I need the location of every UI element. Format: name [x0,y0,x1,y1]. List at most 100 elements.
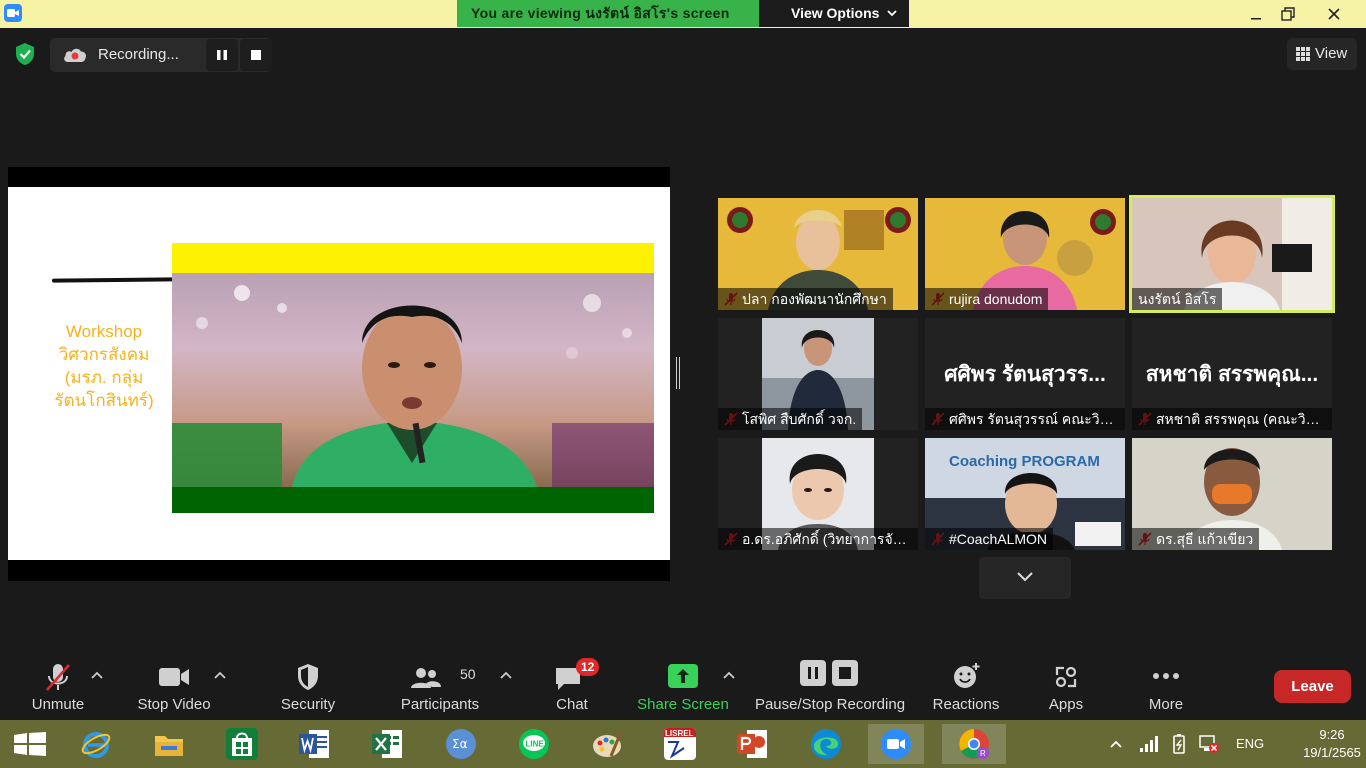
participant-tile[interactable]: อ.ดร.อภิศักดิ์ (วิทยาการจัด... [718,438,918,550]
unmute-button[interactable]: Unmute [22,650,94,720]
close-icon [1328,7,1340,20]
taskbar-powerpoint[interactable] [725,724,781,764]
meeting-toolbar: Unmute Stop Video Security 50 Participan… [0,650,1366,720]
video-camera-icon [159,668,189,686]
svg-text:Σα: Σα [452,737,468,751]
more-label: More [1148,696,1184,713]
cloud-recording-icon [64,48,86,62]
smiley-icon [954,663,980,688]
more-button[interactable]: More [1136,650,1196,720]
chrome-browser-icon: R [959,729,989,759]
participant-tile-no-video[interactable]: สหชาติ สรรพคุณ... สหชาติ สรรพคุณ (คณะวิท… [1132,318,1332,430]
green-band [172,487,654,513]
taskbar-paint[interactable] [579,724,635,764]
participants-options-caret-icon[interactable] [500,671,512,679]
workshop-line: รัตนโกสินทร์) [54,391,154,410]
workshop-line: Workshop [65,322,143,341]
lisrel-icon: LISREL [664,728,696,760]
taskbar-chrome[interactable]: R [942,724,1006,764]
apps-button[interactable]: Apps [1036,650,1096,720]
audio-options-caret-icon[interactable] [91,671,103,679]
taskbar-zoom[interactable] [868,724,924,764]
paint-palette-icon [593,731,623,757]
clock-date: 19/1/2565 [1303,745,1361,760]
stop-video-button[interactable]: Stop Video [134,650,214,720]
unmute-label: Unmute [31,696,85,713]
share-screen-icon [668,664,698,688]
line-app-icon: LINE [519,729,549,759]
grid-icon [1296,47,1310,61]
pause-stop-recording-button[interactable]: Pause/Stop Recording [752,650,908,720]
taskbar-excel[interactable] [360,724,416,764]
stop-recording-button[interactable] [240,39,272,71]
participant-tile[interactable]: Coaching PROGRAM #CoachALMON [925,438,1125,550]
taskbar-microsoft-store[interactable] [214,724,270,764]
share-options-caret-icon[interactable] [723,671,735,679]
internet-explorer-icon [81,732,111,758]
taskbar-edge[interactable] [798,724,854,764]
powerpoint-icon [737,730,767,758]
security-button[interactable]: Security [272,650,344,720]
taskbar-clock[interactable]: 9:26 19/1/2565 [1300,726,1364,762]
participant-tile-active-speaker[interactable]: นงรัตน์ อิสโร [1129,195,1335,313]
network-disconnected-icon[interactable] [1198,734,1220,754]
restore-button[interactable] [1268,0,1308,27]
taskbar-line[interactable]: LINE [506,724,562,764]
view-layout-button[interactable]: View [1287,38,1357,70]
edge-browser-icon [811,729,841,759]
participant-name: rujira donudom [925,288,1049,310]
taskbar-math-input[interactable]: Σα [433,724,489,764]
participant-name: ปลา กองพัฒนานักศึกษา [718,288,893,310]
participant-tile-no-video[interactable]: ศศิพร รัตนสุวรร... ศศิพร รัตนสุวรรณ์ คณะ… [925,318,1125,430]
panel-resize-handle[interactable] [676,357,680,389]
view-options-button[interactable]: View Options [759,0,909,27]
shared-screen[interactable]: Workshop วิศวกรสังคม (มรภ. กลุ่ม รัตนโกส… [8,167,670,581]
share-screen-button[interactable]: Share Screen [636,650,730,720]
video-options-caret-icon[interactable] [214,671,226,679]
signal-bars-icon[interactable] [1140,736,1158,752]
taskbar-lisrel[interactable]: LISREL [652,724,708,764]
start-button[interactable] [2,724,58,764]
workshop-title: Workshop วิศวกรสังคม (มรภ. กลุ่ม รัตนโกส… [44,320,164,412]
apps-label: Apps [1048,696,1084,713]
participant-display-name: ศศิพร รัตนสุวรร... [944,363,1106,386]
participant-display-name: สหชาติ สรรพคุณ... [1145,363,1319,386]
zoom-meeting-window: You are viewing นงรัตน์ อิสโร's screen V… [0,0,1366,768]
presentation-slide: Workshop วิศวกรสังคม (มรภ. กลุ่ม รัตนโกส… [8,187,670,560]
participants-button[interactable]: 50 Participants [396,650,484,720]
folder-icon [155,736,183,756]
coaching-overlay-text: Coaching PROGRAM [949,453,1100,470]
battery-icon[interactable] [1170,734,1190,754]
taskbar-word[interactable] [287,724,343,764]
leave-button[interactable]: Leave [1274,670,1351,703]
next-page-button[interactable] [979,557,1071,599]
taskbar-internet-explorer[interactable] [68,724,124,764]
stop-video-label: Stop Video [137,696,211,713]
workshop-line: วิศวกรสังคม [58,345,150,364]
participant-name: ดร.สุธี แก้วเขียว [1132,528,1260,550]
participant-tile[interactable]: โสพิศ สืบศักดิ์ วจก. [718,318,918,430]
restore-icon [1281,6,1295,21]
pause-recording-button[interactable] [206,39,238,71]
windows-taskbar: Σα LINE LISREL R ENG 9:26 19/1/2565 [0,720,1366,768]
reactions-label: Reactions [932,696,1000,713]
yellow-band [172,243,654,273]
minimize-icon [1251,17,1261,19]
close-button[interactable] [1314,0,1354,27]
show-hidden-icons-chevron-icon[interactable] [1110,740,1122,748]
taskbar-file-explorer[interactable] [141,724,197,764]
recording-indicator: Recording... [50,38,272,72]
participant-name: โสพิศ สืบศักดิ์ วจก. [718,408,863,430]
workshop-line: (มรภ. กลุ่ม [64,368,144,387]
chat-label: Chat [556,696,588,713]
reactions-button[interactable]: Reactions [928,650,1004,720]
input-language[interactable]: ENG [1236,736,1264,768]
participant-tile[interactable]: rujira donudom [925,198,1125,310]
participant-tile[interactable]: ปลา กองพัฒนานักศึกษา [718,198,918,310]
participant-name: ศศิพร รัตนสุวรรณ์ คณะวิท... [925,408,1125,430]
viewing-banner: You are viewing นงรัตน์ อิสโร's screen [457,0,759,27]
participant-tile[interactable]: ดร.สุธี แก้วเขียว [1132,438,1332,550]
encryption-shield-icon[interactable] [14,42,36,66]
excel-icon [372,730,402,758]
chat-button[interactable]: 12 Chat [540,650,604,720]
